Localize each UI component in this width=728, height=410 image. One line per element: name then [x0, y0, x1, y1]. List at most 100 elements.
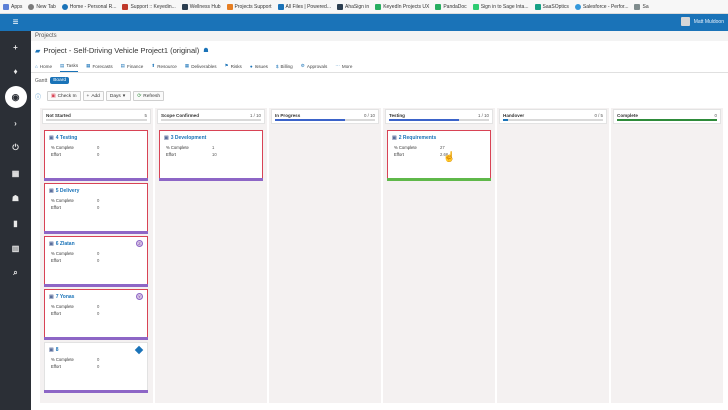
assignee-avatar[interactable]: Z	[136, 240, 143, 247]
divider	[31, 72, 728, 73]
people-icon[interactable]: ☗	[0, 190, 31, 206]
column-testing: Testing 1 / 10 ▣ 2 Requirements % Complet…	[383, 108, 495, 403]
chevron-down-icon: ▾	[122, 93, 126, 99]
bookmark-aha[interactable]: AhaSign in	[337, 3, 369, 10]
card-status-stripe	[44, 284, 148, 287]
bookmark-sage[interactable]: Sign in to Sage Inta...	[472, 3, 529, 10]
column-progress-fill	[389, 119, 459, 121]
column-progress-fill	[503, 119, 508, 121]
tab-issues[interactable]: ● Issues	[250, 60, 268, 72]
view-board[interactable]: Board	[50, 77, 70, 84]
support-icon	[122, 3, 129, 10]
flag-icon: ⚑	[224, 63, 229, 68]
resource-icon: ⬆	[151, 63, 156, 68]
document-icon[interactable]: ▮	[0, 215, 31, 231]
aha-icon	[337, 3, 343, 10]
column-progress	[161, 119, 261, 121]
projects-icon	[226, 3, 233, 10]
pin-icon[interactable]: ♦	[0, 63, 31, 79]
bookmark-saasoptics[interactable]: SaaSOptics	[534, 3, 569, 10]
dollar-icon: $	[275, 63, 279, 69]
task-card[interactable]: ▣ 4 Testing % Complete 0 Effort 0	[44, 130, 148, 181]
page-title: ▰ Project - Self-Driving Vehicle Project…	[35, 46, 209, 55]
tab-approvals[interactable]: ⚙ Approvals	[301, 60, 328, 72]
bookmark-sa[interactable]: Sa	[634, 3, 649, 10]
card-status-stripe	[44, 178, 148, 181]
card-status-stripe	[387, 178, 491, 181]
bookmark-salesforce[interactable]: Salesforce - Perfor...	[574, 3, 628, 10]
tab-home[interactable]: ⌂ Home	[35, 60, 52, 72]
user-menu[interactable]: Matt Muldoon	[680, 17, 724, 26]
add-icon[interactable]: +	[0, 39, 31, 55]
pandadoc-icon	[435, 3, 442, 10]
bookmark-all-files[interactable]: All Files | Powered...	[277, 3, 331, 10]
briefcase-icon: ▰	[35, 47, 41, 55]
project-tabs: ⌂ Home ▤ Tasks ▦ Forecasts ▤ Finance ⬆ Resour…	[35, 60, 360, 72]
sage-icon	[472, 3, 479, 10]
task-card[interactable]: ▣ 5 Delivery % Complete 0 Effort 0	[44, 183, 148, 234]
task-card[interactable]: ▣ 8 % Complete 0 Effort 0	[44, 342, 148, 393]
task-icon: ▣	[49, 294, 54, 300]
plus-icon: +	[86, 93, 90, 99]
reports-icon[interactable]: ▥	[0, 240, 31, 256]
column-handover: Handover 0 / 5	[497, 108, 609, 403]
tab-resource[interactable]: ⬆ Resource	[151, 60, 177, 72]
info-icon[interactable]: ⓘ	[35, 92, 41, 101]
task-card[interactable]: ▣ 2 Requirements % Complete 27 Effort 2.66	[387, 130, 491, 181]
card-status-stripe	[44, 390, 148, 393]
task-card[interactable]: ▣ 3 Development % Complete 1 Effort 10	[159, 130, 263, 181]
column-header: In Progress 0 / 10	[271, 109, 379, 124]
team-icon[interactable]: ☗	[203, 47, 208, 54]
projects-nav-icon[interactable]: ◉	[0, 86, 31, 108]
view-gantt[interactable]: Gantt	[35, 78, 47, 84]
clock-icon[interactable]: ⏻	[0, 140, 31, 156]
bookmark-new-tab[interactable]: New Tab	[28, 3, 56, 10]
bookmark-support[interactable]: Support :: Keyedin...	[122, 3, 176, 10]
task-card[interactable]: ▣ 7 Yonas Y % Complete 0 Effort 0	[44, 289, 148, 340]
bookmark-pandadoc[interactable]: PandaDoc	[435, 3, 467, 10]
column-not-started: Not Started 5 ▣ 4 Testing % Complete 0 Eff…	[40, 108, 153, 403]
arrow-right-icon[interactable]: ›	[0, 115, 31, 131]
task-icon: ▣	[49, 241, 54, 247]
assignee-avatar[interactable]: Y	[136, 293, 143, 300]
refresh-icon: ⟳	[137, 93, 142, 99]
column-scope-confirmed: Scope Confirmed 1 / 10 ▣ 3 Development % …	[155, 108, 267, 403]
bookmark-icon	[634, 3, 641, 10]
column-complete: Complete 0	[611, 108, 723, 403]
top-app-bar: Matt Muldoon	[0, 14, 728, 31]
refresh-button[interactable]: ⟳ Refresh	[133, 91, 165, 101]
days-dropdown[interactable]: Days ▾	[105, 91, 132, 101]
column-header: Handover 0 / 5	[499, 109, 607, 124]
tab-more[interactable]: ⋯ More	[335, 60, 352, 72]
breadcrumb[interactable]: Projects	[35, 33, 57, 39]
tab-deliverables[interactable]: ▦ Deliverables	[185, 60, 217, 72]
briefcase-icon: ◉	[4, 86, 27, 108]
bookmark-projects-support[interactable]: Projects Support	[226, 3, 272, 10]
checkin-button[interactable]: ▣ Check In	[47, 91, 81, 101]
hand-cursor-icon: ☝	[443, 152, 456, 163]
forecast-icon: ▦	[86, 63, 91, 68]
tab-billing[interactable]: $ Billing	[276, 60, 293, 72]
add-button[interactable]: + Add	[82, 91, 104, 101]
tab-risks[interactable]: ⚑ Risks	[225, 60, 242, 72]
hamburger-menu-icon[interactable]: ≡	[0, 14, 31, 31]
calendar-icon[interactable]: ▦	[0, 165, 31, 181]
column-progress	[617, 119, 717, 121]
bookmark-wellness[interactable]: Wellness Hub	[181, 3, 221, 10]
column-progress	[275, 119, 375, 121]
left-sidebar: + ♦ ◉ › ⏻ ▦ ☗ ▮ ▥ ⌕	[0, 31, 31, 410]
tab-tasks[interactable]: ▤ Tasks	[60, 60, 79, 72]
search-icon[interactable]: ⌕	[0, 265, 31, 281]
task-card[interactable]: ▣ 6 Zlatan Z % Complete 0 Effort 0	[44, 236, 148, 287]
globe-icon	[28, 3, 35, 10]
bookmarks-bar: Apps New Tab Home - Personal R... Suppor…	[0, 0, 728, 14]
bookmark-keyedin[interactable]: KeyedIn Projects UX	[375, 3, 429, 10]
bookmark-home[interactable]: Home - Personal R...	[61, 3, 116, 10]
finance-icon: ▤	[120, 63, 125, 68]
wellness-icon	[181, 3, 188, 10]
board-toolbar: ⓘ ▣ Check In + Add Days ▾ ⟳ Refresh	[35, 91, 166, 101]
bookmark-apps[interactable]: Apps	[3, 3, 22, 10]
tab-finance[interactable]: ▤ Finance	[121, 60, 144, 72]
avatar	[680, 17, 690, 26]
tab-forecasts[interactable]: ▦ Forecasts	[86, 60, 113, 72]
